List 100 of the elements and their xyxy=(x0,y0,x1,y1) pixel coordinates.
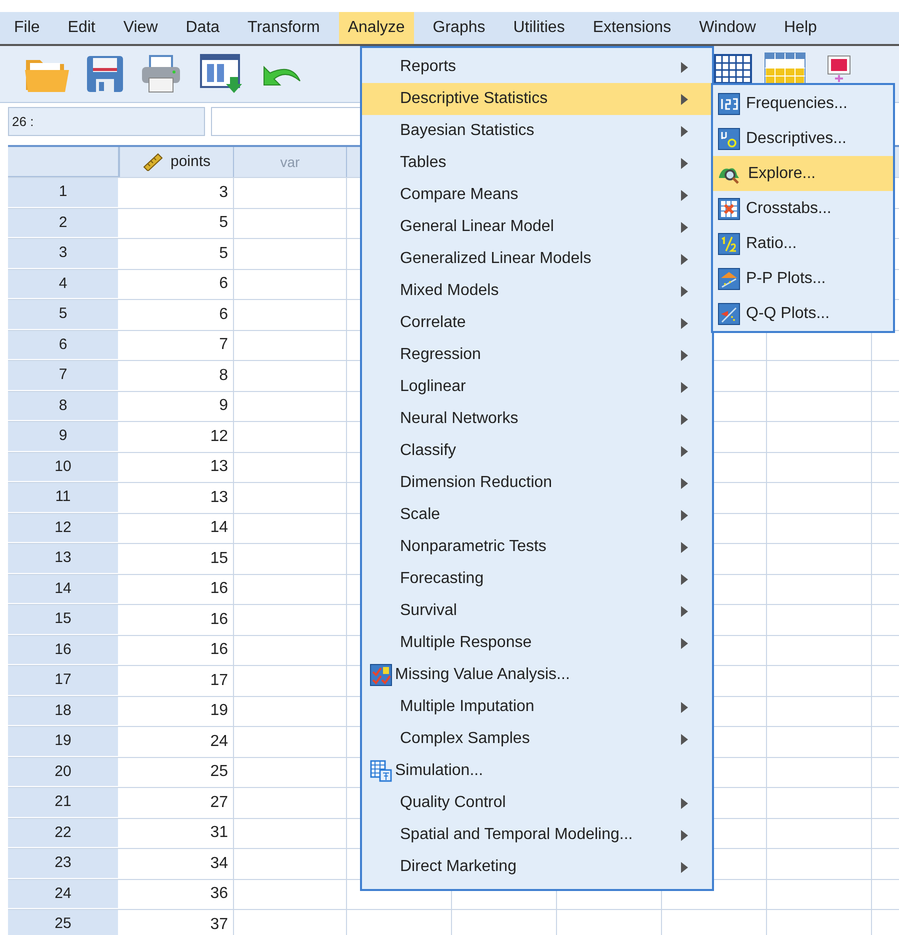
menu-item[interactable]: Data xyxy=(176,12,229,44)
submenu-arrow-icon xyxy=(681,414,688,424)
row-header[interactable]: 8 xyxy=(8,392,120,421)
menu-item[interactable]: Extensions xyxy=(584,12,680,44)
menu-item[interactable]: Regression xyxy=(362,339,712,371)
menu-item[interactable]: Complex Samples xyxy=(362,723,712,755)
menu-item[interactable]: Scale xyxy=(362,499,712,531)
menu-item[interactable]: Nonparametric Tests xyxy=(362,531,712,563)
row-header[interactable]: 21 xyxy=(8,788,120,818)
menu-item[interactable]: Missing Value Analysis... xyxy=(362,659,712,691)
menu-item[interactable]: Frequencies... xyxy=(713,86,893,121)
row-header[interactable]: 1 xyxy=(8,178,120,208)
menu-item[interactable]: P-P Plots... xyxy=(713,261,893,296)
menu-item[interactable]: View xyxy=(114,12,167,44)
table-cell: 12 xyxy=(120,422,234,452)
row-header[interactable]: 15 xyxy=(8,605,120,634)
row-header[interactable]: 16 xyxy=(8,636,120,665)
menu-item[interactable]: Direct Marketing xyxy=(362,851,712,883)
menu-item[interactable]: Loglinear xyxy=(362,371,712,403)
row-header[interactable]: 18 xyxy=(8,696,120,726)
row-header[interactable]: 10 xyxy=(8,452,120,482)
menu-item[interactable]: Mixed Models xyxy=(362,275,712,307)
column-header[interactable]: points xyxy=(120,147,234,177)
ruler-icon xyxy=(142,153,164,171)
menu-item[interactable]: General Linear Model xyxy=(362,211,712,243)
menu-item[interactable]: Multiple Imputation xyxy=(362,691,712,723)
menu-item[interactable]: Generalized Linear Models xyxy=(362,243,712,275)
menu-label: Simulation... xyxy=(395,761,484,781)
menu-item[interactable]: Reports xyxy=(362,51,712,83)
row-header[interactable]: 9 xyxy=(8,422,120,452)
cell-reference: 26 : xyxy=(8,107,205,136)
row-header[interactable]: 4 xyxy=(8,270,120,299)
submenu-arrow-icon xyxy=(681,574,688,584)
menu-item[interactable]: Crosstabs... xyxy=(713,191,893,226)
menu-item[interactable]: Survival xyxy=(362,595,712,627)
spreadsheet-icon[interactable] xyxy=(764,52,806,86)
menu-item[interactable]: Descriptives... xyxy=(713,121,893,156)
menu-item[interactable]: Help xyxy=(774,12,826,44)
menu-item[interactable]: Multiple Response xyxy=(362,627,712,659)
row-header[interactable]: 22 xyxy=(8,818,120,848)
row-header[interactable]: 17 xyxy=(8,666,120,696)
menu-item[interactable]: Window xyxy=(690,12,765,44)
menu-item[interactable]: Explore... xyxy=(713,156,893,191)
menu-item[interactable]: Descriptive Statistics xyxy=(362,83,712,115)
menu-label: Dimension Reduction xyxy=(399,473,552,493)
menu-item[interactable]: Forecasting xyxy=(362,563,712,595)
menu-item[interactable]: Q-Q Plots... xyxy=(713,296,893,331)
submenu-arrow-icon xyxy=(681,446,688,456)
menu-item[interactable]: Ratio... xyxy=(713,226,893,261)
menu-label: General Linear Model xyxy=(399,217,554,237)
printer-icon[interactable] xyxy=(140,54,182,94)
menu-item[interactable]: File xyxy=(5,12,49,44)
row-header[interactable]: 11 xyxy=(8,483,120,512)
row-header[interactable]: 13 xyxy=(8,544,120,574)
row-header[interactable]: 7 xyxy=(8,361,120,390)
save-icon[interactable] xyxy=(86,55,124,93)
menu-item[interactable]: Correlate xyxy=(362,307,712,339)
menu-item[interactable]: Edit xyxy=(58,12,104,44)
row-header[interactable]: 23 xyxy=(8,849,120,878)
menu-item[interactable]: Graphs xyxy=(424,12,494,44)
table-cell: 15 xyxy=(120,544,234,574)
table-cell: 25 xyxy=(120,758,234,787)
menu-label: Scale xyxy=(399,505,440,525)
menu-item[interactable]: Utilities xyxy=(504,12,574,44)
menu-item[interactable]: Classify xyxy=(362,435,712,467)
menu-item[interactable]: Neural Networks xyxy=(362,403,712,435)
row-header[interactable]: 25 xyxy=(8,910,120,935)
menu-label: Regression xyxy=(399,345,481,365)
menu-item[interactable]: Compare Means xyxy=(362,179,712,211)
table-cell: 19 xyxy=(120,696,234,726)
row-header[interactable]: 3 xyxy=(8,239,120,268)
row-header[interactable]: 24 xyxy=(8,880,120,909)
menu-item[interactable]: Transform xyxy=(238,12,329,44)
submenu-arrow-icon xyxy=(681,126,688,136)
plot-icon xyxy=(718,302,740,324)
row-header[interactable]: 12 xyxy=(8,514,120,543)
menu-label: P-P Plots... xyxy=(746,268,826,288)
menu-item[interactable]: Simulation... xyxy=(362,755,712,787)
menu-item[interactable]: Quality Control xyxy=(362,787,712,819)
menu-item[interactable]: Dimension Reduction xyxy=(362,467,712,499)
submenu-arrow-icon xyxy=(681,862,688,872)
menu-label: Q-Q Plots... xyxy=(746,304,830,324)
row-header[interactable]: 6 xyxy=(8,330,120,360)
table-cell: 9 xyxy=(120,392,234,421)
row-header[interactable]: 2 xyxy=(8,208,120,238)
row-header[interactable]: 14 xyxy=(8,574,120,604)
menu-label: Mixed Models xyxy=(399,281,499,301)
row-header[interactable]: 5 xyxy=(8,300,120,330)
table-icon[interactable] xyxy=(714,54,752,84)
menu-item[interactable]: Spatial and Temporal Modeling... xyxy=(362,819,712,851)
menu-item[interactable]: Tables xyxy=(362,147,712,179)
menu-item[interactable]: Analyze xyxy=(338,12,414,44)
menu-item[interactable]: Bayesian Statistics xyxy=(362,115,712,147)
row-header[interactable]: 19 xyxy=(8,727,120,756)
submenu-arrow-icon xyxy=(681,158,688,168)
submenu-arrow-icon xyxy=(681,638,688,648)
menu-label: Descriptives... xyxy=(746,128,846,148)
row-header[interactable]: 20 xyxy=(8,758,120,787)
menu-label: Spatial and Temporal Modeling... xyxy=(399,825,633,845)
window-download-icon[interactable] xyxy=(198,53,244,95)
